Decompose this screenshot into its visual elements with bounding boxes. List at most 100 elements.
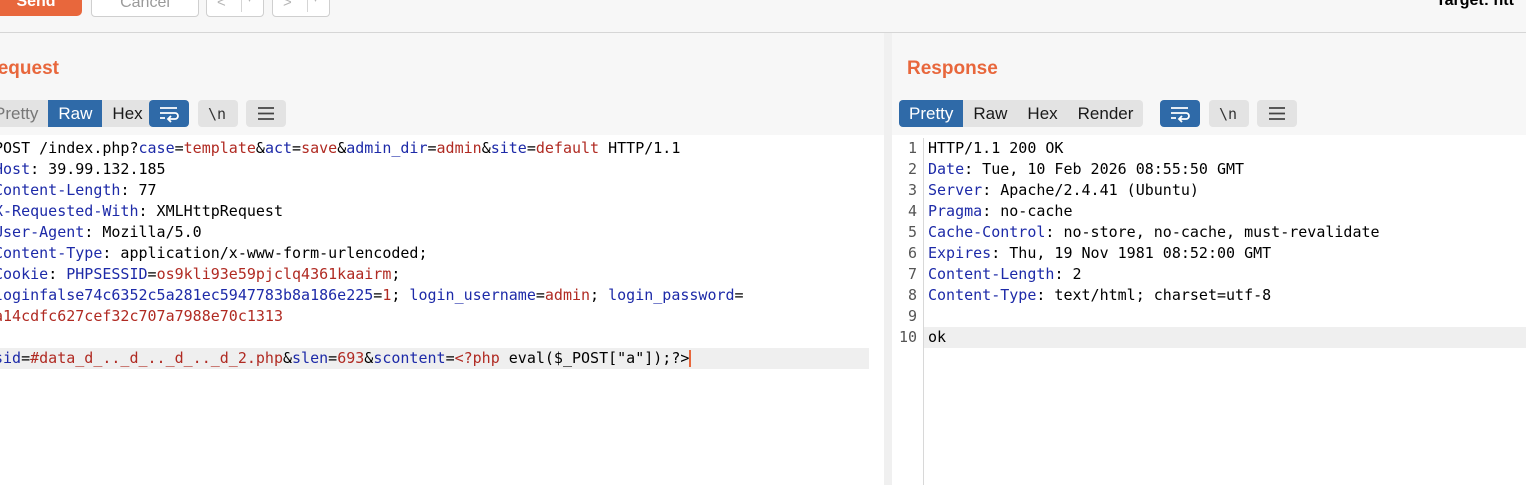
forward-dropdown-icon[interactable]: ▾ (313, 0, 318, 5)
code-token: : no-cache (982, 202, 1073, 220)
line-number: 3 (907, 181, 917, 199)
wrap-lines-icon (1171, 107, 1190, 123)
request-title: Request (0, 58, 59, 79)
code-line[interactable]: ok (924, 327, 1526, 348)
code-token: Server (928, 181, 983, 199)
code-line[interactable]: Content-Length: 77 (0, 180, 869, 201)
code-token: 1 (382, 286, 392, 304)
code-token: = (174, 139, 184, 157)
code-line[interactable]: Server: Apache/2.4.41 (Ubuntu) (924, 180, 1526, 201)
request-editor[interactable]: POST /index.php?case=template&act=save&a… (0, 138, 869, 369)
code-line[interactable]: POST /index.php?case=template&act=save&a… (0, 138, 869, 159)
tab-pretty[interactable]: Pretty (899, 100, 964, 127)
back-dropdown-icon[interactable]: ▾ (247, 0, 252, 5)
code-line[interactable]: X-Requested-With: XMLHttpRequest (0, 201, 869, 222)
code-line[interactable] (924, 306, 1526, 327)
wrap-lines-button[interactable] (1160, 100, 1200, 127)
cancel-button[interactable]: Cancel (91, 0, 199, 17)
code-token: Content-Type (928, 286, 1037, 304)
line-number: 10 (898, 328, 917, 346)
menu-icon (258, 107, 274, 120)
panel-divider[interactable] (884, 33, 892, 485)
line-number: 8 (907, 286, 917, 304)
code-token: = (328, 349, 338, 367)
code-line[interactable]: Content-Type: text/html; charset=utf-8 (924, 285, 1526, 306)
tab-render[interactable]: Render (1068, 100, 1144, 127)
code-token: = (292, 139, 302, 157)
code-line[interactable]: Expires: Thu, 19 Nov 1981 08:52:00 GMT (924, 243, 1526, 264)
code-line[interactable]: User-Agent: Mozilla/5.0 (0, 222, 869, 243)
send-button[interactable]: Send (0, 0, 82, 16)
code-token: = (21, 349, 31, 367)
svg-text:\n: \n (208, 105, 226, 123)
wrap-lines-icon (160, 107, 179, 123)
code-token: admin_dir (346, 139, 428, 157)
code-token: HTTP/1.1 (599, 139, 681, 157)
code-token: : Apache/2.4.41 (Ubuntu) (982, 181, 1199, 199)
code-token: X-Requested-With (0, 202, 139, 220)
tab-hex[interactable]: Hex (1017, 100, 1067, 127)
code-token: = (734, 286, 744, 304)
code-token: & (364, 349, 374, 367)
code-line[interactable]: Host: 39.99.132.185 (0, 159, 869, 180)
code-line[interactable] (0, 327, 869, 348)
newline-toggle-button[interactable]: \n (1209, 100, 1249, 127)
code-line[interactable]: HTTP/1.1 200 OK (924, 138, 1526, 159)
newline-toggle-button[interactable]: \n (198, 100, 238, 127)
code-token: = (445, 349, 455, 367)
code-token: Content-Length (928, 265, 1055, 283)
code-token: : Tue, 10 Feb 2026 08:55:50 GMT (964, 160, 1245, 178)
code-line[interactable]: Content-Length: 2 (924, 264, 1526, 285)
code-token: ; (391, 286, 410, 304)
code-token: site (490, 139, 527, 157)
forward-button[interactable]: > ▾ (272, 0, 330, 17)
code-token: <?php (454, 349, 500, 367)
wrap-lines-button[interactable] (149, 100, 189, 127)
code-token: Expires (928, 244, 992, 262)
response-editor[interactable]: HTTP/1.1 200 OK Date: Tue, 10 Feb 2026 08… (924, 138, 1526, 348)
code-token: = (526, 139, 536, 157)
tab-raw[interactable]: Raw (963, 100, 1017, 127)
tab-pretty[interactable]: Pretty (0, 100, 48, 127)
response-tabs: Pretty Raw Hex Render (899, 100, 1144, 127)
code-line[interactable]: sid=#data_d_.._d_.._d_.._d_2.php&slen=69… (0, 348, 869, 369)
line-number: 2 (907, 160, 917, 178)
code-token: HTTP/1.1 200 OK (928, 139, 1064, 157)
code-token: Cache-Control (928, 223, 1046, 241)
code-token: login_password (608, 286, 735, 304)
top-toolbar: Send Cancel < ▾ > ▾ Target: htt (0, 0, 1526, 33)
code-line[interactable]: Cookie: PHPSESSID=os9kli93e59pjclq4361ka… (0, 264, 869, 285)
code-token: 693 (337, 349, 365, 367)
code-token: scontent (373, 349, 446, 367)
response-menu-button[interactable] (1257, 100, 1297, 127)
code-token: & (337, 139, 347, 157)
newline-toggle-icon: \n (1219, 105, 1237, 123)
code-token: #data_d_.._d_.._d_.._d_2.php (30, 349, 283, 367)
code-token: Host (0, 160, 31, 178)
code-token: & (481, 139, 491, 157)
code-token: : 77 (120, 181, 157, 199)
code-token: : text/html; charset=utf-8 (1036, 286, 1272, 304)
code-token: : no-store, no-cache, must-revalidate (1045, 223, 1380, 241)
line-number: 7 (907, 265, 917, 283)
code-line[interactable]: Content-Type: application/x-www-form-url… (0, 243, 869, 264)
line-number-gutter: 1 2 3 4 5 6 7 8 9 10 (893, 138, 924, 485)
tab-raw[interactable]: Raw (48, 100, 103, 127)
code-line[interactable]: loginfalse74c6352c5a281ec5947783b8a186e2… (0, 285, 869, 306)
code-line[interactable]: a14cdfc627cef32c707a7988e70c1313 (0, 306, 869, 327)
line-number: 1 (907, 139, 917, 157)
code-token: Pragma (928, 202, 983, 220)
code-token: Content-Length (0, 181, 121, 199)
code-token: login_username (409, 286, 536, 304)
code-line[interactable]: Cache-Control: no-store, no-cache, must-… (924, 222, 1526, 243)
code-line[interactable]: Date: Tue, 10 Feb 2026 08:55:50 GMT (924, 159, 1526, 180)
target-label[interactable]: Target: htt (1436, 0, 1514, 10)
separator (241, 0, 242, 12)
code-line[interactable]: Pragma: no-cache (924, 201, 1526, 222)
back-button[interactable]: < ▾ (206, 0, 264, 17)
code-token: Content-Type (0, 244, 103, 262)
line-number: 5 (907, 223, 917, 241)
tab-hex[interactable]: Hex (102, 100, 152, 127)
code-token: sid (0, 349, 22, 367)
request-menu-button[interactable] (246, 100, 286, 127)
